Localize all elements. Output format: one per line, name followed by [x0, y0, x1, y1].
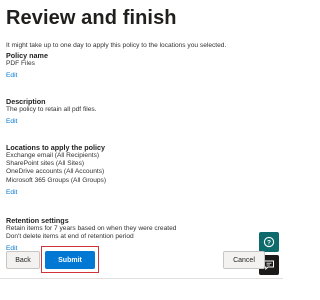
section-value: Exchange email (All Recipients) — [6, 152, 100, 159]
edit-description-link[interactable]: Edit — [6, 117, 97, 126]
cancel-button[interactable]: Cancel — [223, 251, 265, 269]
section-value: SharePoint sites (All Sites) — [6, 160, 85, 168]
help-button[interactable]: ? — [259, 232, 279, 252]
page-title: Review and finish — [6, 7, 177, 29]
section-value: The policy to retain all pdf files. — [6, 106, 97, 113]
section-value: Don't delete items at end of retention p… — [6, 233, 134, 241]
section-heading: Policy name — [6, 51, 48, 60]
back-button[interactable]: Back — [6, 251, 40, 269]
edit-policy-name-link[interactable]: Edit — [6, 71, 48, 80]
edit-locations-link[interactable]: Edit — [6, 188, 106, 197]
submit-button[interactable]: Submit — [45, 251, 95, 269]
section-value: Microsoft 365 Groups (All Groups) — [6, 176, 107, 184]
section-description: Description The policy to retain all pdf… — [6, 97, 97, 126]
help-icon: ? — [263, 236, 275, 248]
intro-text: It might take up to one day to apply thi… — [6, 42, 227, 49]
section-heading: Retention settings — [6, 216, 69, 225]
section-locations: Locations to apply the policy Exchange e… — [6, 143, 106, 197]
section-value: OneDrive accounts (All Accounts) — [6, 168, 105, 176]
section-policy-name: Policy name PDF Files Edit — [6, 51, 48, 80]
section-heading: Locations to apply the policy — [6, 143, 106, 152]
section-value: Retain items for 7 years based on when t… — [6, 225, 177, 232]
svg-text:?: ? — [267, 239, 271, 246]
section-heading: Description — [6, 97, 46, 106]
footer-divider — [0, 278, 283, 279]
section-value: PDF Files — [6, 60, 35, 67]
